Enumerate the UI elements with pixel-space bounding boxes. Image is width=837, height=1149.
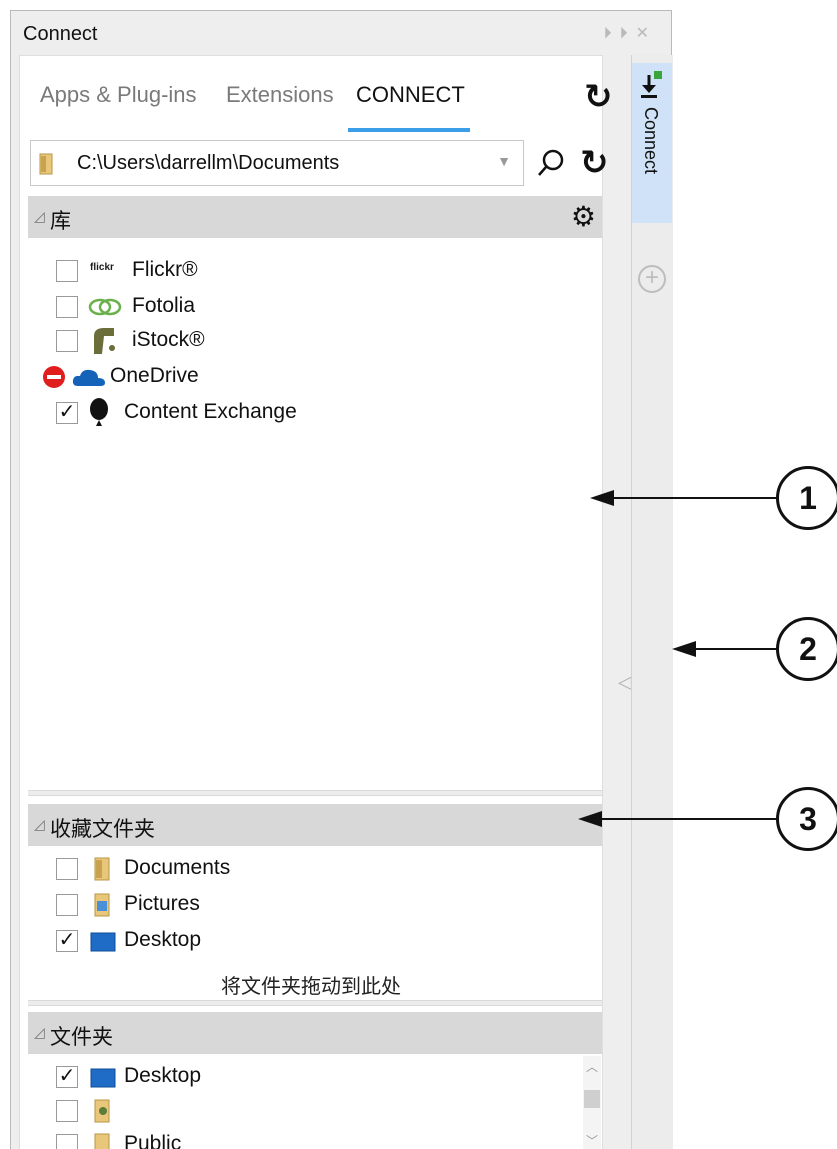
folders-scrollbar[interactable]: ︿ ﹀ (583, 1056, 601, 1149)
scroll-up-icon[interactable]: ︿ (586, 1058, 598, 1075)
section-splitter[interactable] (28, 1000, 602, 1006)
user-folder-icon (94, 1099, 110, 1123)
callout-arrowhead (672, 641, 696, 657)
callout-1: 1 (776, 466, 837, 530)
refresh-tabs-icon[interactable]: ↻ (584, 80, 613, 114)
callout-line (694, 648, 780, 650)
flickr-logo: flickr (90, 262, 114, 273)
callout-2: 2 (776, 617, 837, 681)
item-label: Flickr® (132, 258, 198, 281)
collapse-docker-icon[interactable]: ⏵⏵ (604, 25, 636, 42)
section-title: 库 (50, 210, 71, 233)
item-label: iStock® (132, 328, 205, 351)
section-title: 收藏文件夹 (50, 818, 155, 841)
gear-icon[interactable]: ⚙ (571, 200, 596, 233)
collapse-triangle-icon: ◿ (34, 208, 45, 224)
pictures-folder-icon (94, 893, 110, 917)
collapse-triangle-icon: ◿ (34, 816, 45, 832)
callout-arrowhead (590, 490, 614, 506)
path-value: C:\Users\darrellm\Documents (77, 152, 340, 174)
collapse-arrow-icon[interactable]: ◁ (618, 672, 632, 693)
connect-docker: Connect ⏵⏵✕ Apps & Plug-ins Extensions C… (10, 10, 673, 1149)
search-icon[interactable] (536, 148, 566, 178)
connect-main: Apps & Plug-ins Extensions CONNECT ↻ C:\… (19, 55, 632, 1149)
balloon-icon (90, 398, 108, 426)
folder-icon (39, 153, 53, 175)
checkbox-checked[interactable]: ✓ (56, 402, 78, 424)
checkbox-checked[interactable]: ✓ (56, 1066, 78, 1088)
checkbox-checked[interactable]: ✓ (56, 930, 78, 952)
side-tab-connect[interactable]: Connect (632, 63, 672, 223)
checkbox[interactable] (56, 330, 78, 352)
callout-line (600, 818, 780, 820)
checkbox[interactable] (56, 296, 78, 318)
tab-extensions[interactable]: Extensions (226, 82, 334, 108)
add-docker-icon[interactable]: + (638, 265, 666, 293)
refresh-path-icon[interactable]: ↻ (580, 146, 609, 180)
desktop-icon (90, 1068, 116, 1088)
callout-3: 3 (776, 787, 837, 851)
blocked-icon (43, 366, 65, 388)
download-icon (641, 71, 662, 98)
checkbox[interactable] (56, 1134, 78, 1149)
cloud-icon (72, 369, 105, 386)
item-label: Desktop (124, 1064, 202, 1087)
active-tab-indicator (348, 128, 470, 132)
folders-header[interactable]: ◿ 文件夹 (28, 1012, 602, 1054)
side-tab-label: Connect (641, 107, 661, 175)
favorites-header[interactable]: ◿ 收藏文件夹 (28, 804, 602, 846)
item-label: Documents (124, 856, 231, 879)
item-label: OneDrive (110, 364, 199, 387)
fotolia-logo-icon (88, 298, 122, 316)
item-label: Fotolia (132, 294, 196, 317)
section-splitter[interactable] (28, 790, 602, 796)
item-label: Pictures (124, 892, 200, 915)
libraries-header[interactable]: ◿ 库 ⚙ (28, 196, 602, 238)
folder-icon (94, 857, 110, 881)
docker-title: Connect (23, 23, 98, 45)
docker-tab-strip: Connect + (631, 55, 673, 1149)
chevron-down-icon[interactable]: ▼ (497, 153, 511, 169)
close-icon[interactable]: ✕ (636, 25, 657, 42)
drop-folders-hint: 将文件夹拖动到此处 (221, 976, 401, 998)
checkbox[interactable] (56, 1100, 78, 1122)
section-title: 文件夹 (50, 1026, 113, 1049)
tab-connect[interactable]: CONNECT (356, 82, 465, 108)
checkbox[interactable] (56, 894, 78, 916)
item-label: Desktop (124, 928, 202, 951)
docker-titlebar: Connect ⏵⏵✕ (11, 11, 671, 55)
scrollbar-thumb[interactable] (584, 1090, 600, 1108)
tab-apps-plugins[interactable]: Apps & Plug-ins (40, 82, 197, 108)
path-dropdown[interactable]: C:\Users\darrellm\Documents ▼ (30, 140, 524, 186)
item-label: Public (124, 1132, 182, 1149)
checkbox[interactable] (56, 260, 78, 282)
callout-arrowhead (578, 811, 602, 827)
scroll-down-icon[interactable]: ﹀ (586, 1132, 598, 1149)
istock-logo-icon (94, 328, 115, 354)
folder-icon (94, 1133, 110, 1149)
callout-line (612, 497, 780, 499)
item-label: Content Exchange (124, 400, 297, 423)
collapse-triangle-icon: ◿ (34, 1024, 45, 1040)
desktop-icon (90, 932, 116, 952)
checkbox[interactable] (56, 858, 78, 880)
